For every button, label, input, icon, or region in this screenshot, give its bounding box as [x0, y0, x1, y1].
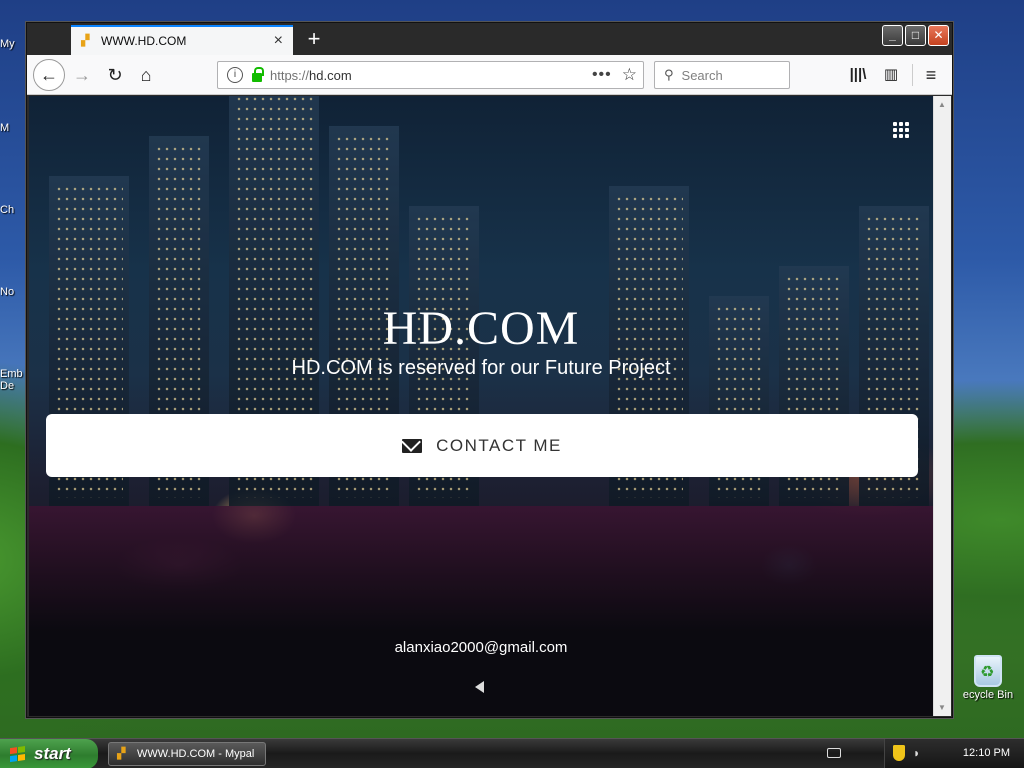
recycle-bin-label: ecycle Bin — [962, 689, 1014, 701]
window-controls: _ □ ✕ — [882, 25, 949, 46]
navigation-toolbar: ← → ↻ ⌂ i https://hd.com ••• ☆ ⚲ Search … — [27, 55, 952, 95]
home-button[interactable]: ⌂ — [134, 63, 158, 87]
back-button[interactable]: ← — [33, 59, 65, 91]
apps-grid-icon[interactable] — [893, 122, 909, 138]
search-icon: ⚲ — [664, 67, 674, 82]
title-bar[interactable]: ▞ WWW.HD.COM × + _ □ ✕ — [27, 23, 952, 55]
bookmark-star-icon[interactable]: ☆ — [622, 65, 637, 85]
contact-me-label: CONTACT ME — [436, 435, 562, 455]
keyboard-icon[interactable] — [827, 748, 841, 758]
url-host: hd.com — [309, 67, 352, 83]
vertical-scrollbar[interactable]: ▲ ▼ — [933, 96, 951, 716]
desktop-icon-label[interactable]: No — [0, 286, 14, 298]
recycle-bin-icon — [974, 655, 1002, 687]
desktop-icon-label[interactable]: Emb — [0, 368, 23, 380]
desktop-icon-label[interactable]: My — [0, 38, 15, 50]
minimize-button[interactable]: _ — [882, 25, 903, 46]
sidebar-icon[interactable]: ▥ — [879, 63, 903, 87]
page-content: HD.COM HD.COM is reserved for our Future… — [29, 96, 933, 716]
tab-active[interactable]: ▞ WWW.HD.COM × — [71, 25, 293, 55]
browser-app-icon: ▞ — [117, 748, 126, 760]
reload-button[interactable]: ↻ — [103, 63, 127, 87]
tab-title: WWW.HD.COM — [101, 34, 187, 48]
start-button[interactable]: start — [0, 739, 98, 768]
browser-window: ▞ WWW.HD.COM × + _ □ ✕ ← → ↻ ⌂ i https:/… — [26, 22, 953, 718]
taskbar-item-label: WWW.HD.COM - Mypal — [137, 748, 255, 760]
network-icon[interactable]: ◗ — [913, 746, 927, 760]
forward-button[interactable]: → — [70, 63, 94, 87]
windows-logo-icon — [10, 746, 26, 762]
page-title: HD.COM — [382, 302, 580, 355]
close-tab-icon[interactable]: × — [274, 32, 283, 50]
url-scheme: https:// — [270, 67, 310, 83]
scroll-down-icon[interactable]: ▼ — [938, 703, 946, 712]
slide-arrow-icon[interactable] — [475, 681, 484, 693]
start-label: start — [34, 744, 71, 763]
desktop-icon-label[interactable]: Ch — [0, 204, 14, 216]
security-shield-icon[interactable] — [893, 745, 905, 761]
contact-me-button[interactable]: CONTACT ME — [46, 414, 918, 477]
close-window-button[interactable]: ✕ — [928, 25, 949, 46]
system-tray: ◗ 12:10 PM — [827, 739, 1024, 768]
search-placeholder: Search — [681, 67, 723, 83]
library-icon[interactable]: |||\ — [846, 63, 870, 87]
url-text[interactable]: https://hd.com — [270, 68, 592, 83]
desktop-icon-label[interactable]: De — [0, 380, 14, 392]
site-info-icon[interactable]: i — [227, 67, 243, 83]
desktop-icon-label[interactable]: M — [0, 122, 9, 134]
mail-icon — [402, 438, 423, 453]
lock-icon — [252, 66, 264, 82]
url-bar[interactable]: i https://hd.com ••• ☆ — [217, 61, 644, 89]
site-favicon-icon: ▞ — [81, 35, 90, 47]
search-input[interactable]: ⚲ Search — [654, 61, 790, 89]
page-subtitle: HD.COM is reserved for our Future Projec… — [291, 357, 671, 379]
page-actions-button[interactable]: ••• — [592, 66, 612, 84]
contact-email[interactable]: alanxiao2000@gmail.com — [29, 639, 933, 656]
hamburger-menu-icon[interactable]: ≡ — [919, 63, 943, 87]
taskbar-window-item[interactable]: ▞ WWW.HD.COM - Mypal — [108, 742, 266, 766]
scroll-up-icon[interactable]: ▲ — [938, 100, 946, 109]
new-tab-button[interactable]: + — [301, 26, 327, 52]
taskbar: start ▞ WWW.HD.COM - Mypal ◗ 12:10 PM — [0, 738, 1024, 768]
clock[interactable]: 12:10 PM — [963, 747, 1010, 759]
toolbar-separator — [912, 64, 913, 86]
maximize-button[interactable]: □ — [905, 25, 926, 46]
recycle-bin[interactable]: ecycle Bin — [952, 655, 1024, 701]
